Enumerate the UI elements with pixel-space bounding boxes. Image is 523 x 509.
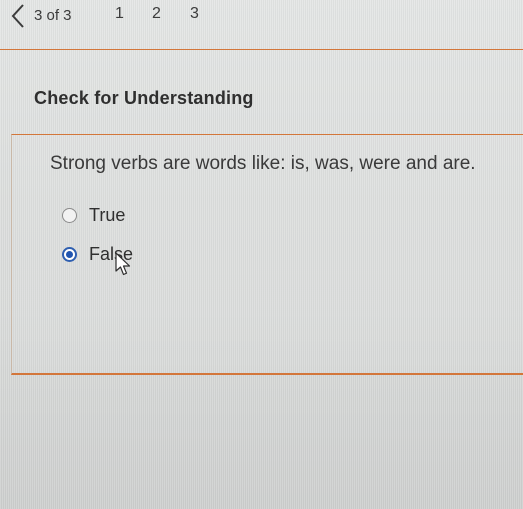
page-indicator: 3 of 3 — [34, 7, 72, 24]
answer-option-true[interactable]: True — [62, 205, 125, 226]
radio-button-selected[interactable] — [62, 247, 77, 262]
question-navigation-bar: 3 of 3 1 2 3 — [0, 0, 523, 50]
nav-divider — [0, 49, 523, 50]
section-heading: Check for Understanding — [34, 88, 254, 108]
question-card: Strong verbs are words like: is, was, we… — [11, 134, 523, 375]
page-link-1[interactable]: 1 — [115, 5, 124, 23]
page-link-2[interactable]: 2 — [152, 5, 161, 23]
answer-option-false[interactable]: False — [62, 244, 133, 265]
answer-option-label: True — [89, 205, 126, 225]
chevron-left-icon[interactable] — [8, 2, 28, 30]
answer-option-label: False — [89, 244, 134, 264]
page-link-3[interactable]: 3 — [190, 5, 199, 23]
question-prompt: Strong verbs are words like: is, was, we… — [50, 153, 476, 174]
radio-button-unselected[interactable] — [62, 208, 77, 223]
